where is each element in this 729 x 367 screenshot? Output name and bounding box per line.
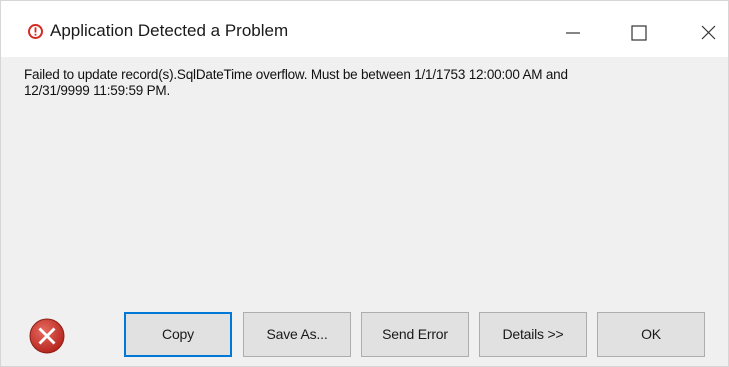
send-error-button[interactable]: Send Error (361, 312, 469, 357)
minimize-button[interactable] (542, 1, 602, 57)
error-message: Failed to update record(s).SqlDateTime o… (24, 67, 704, 99)
details-button[interactable]: Details >> (479, 312, 587, 357)
maximize-button[interactable] (607, 1, 667, 57)
error-message-line-1: Failed to update record(s).SqlDateTime o… (24, 67, 568, 82)
window-title: Application Detected a Problem (50, 21, 289, 40)
title-bar[interactable]: Application Detected a Problem (1, 1, 728, 57)
copy-button[interactable]: Copy (124, 312, 232, 357)
ok-button[interactable]: OK (597, 312, 705, 357)
error-x-icon (28, 317, 66, 355)
warning-circle-icon (28, 24, 43, 39)
save-as-button[interactable]: Save As... (243, 312, 351, 357)
error-message-line-2: 12/31/9999 11:59:59 PM. (24, 83, 171, 98)
error-dialog-window: Application Detected a Problem Failed to… (0, 0, 729, 367)
close-button[interactable] (668, 1, 728, 57)
